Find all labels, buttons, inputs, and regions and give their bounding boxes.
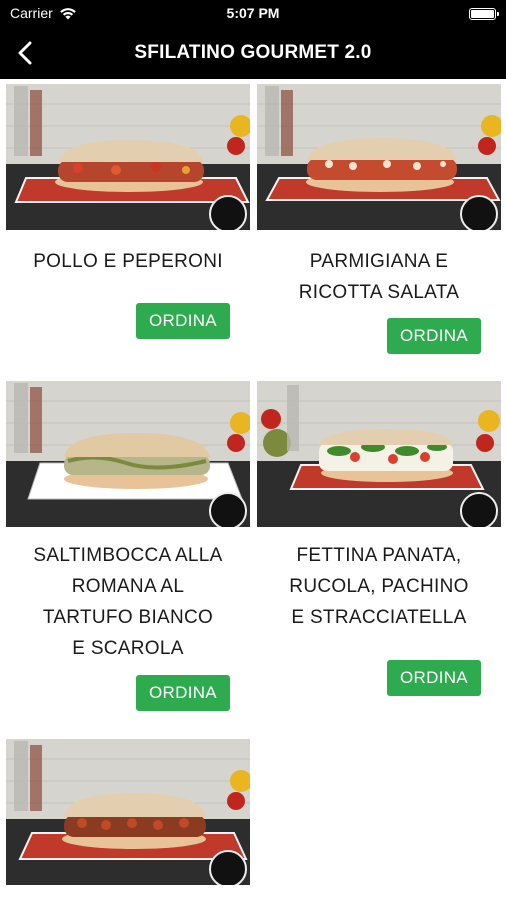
product-name: FETTINA PANATA, RUCOLA, PACHINO E STRACC… <box>289 545 469 628</box>
order-button[interactable]: ORDINA <box>387 660 481 696</box>
product-photo[interactable] <box>6 739 250 885</box>
product-name: POLLO E PEPERONI <box>33 251 223 272</box>
product-photo[interactable] <box>257 84 501 230</box>
top-bar: Carrier 5:07 PM SFILATINO GOURMET 2.0 <box>0 0 506 79</box>
page-title: SFILATINO GOURMET 2.0 <box>134 42 372 63</box>
status-time: 5:07 PM <box>226 5 280 21</box>
product-photo[interactable] <box>6 381 250 527</box>
product-photo[interactable] <box>257 381 501 527</box>
navigation-bar: SFILATINO GOURMET 2.0 <box>0 28 506 79</box>
product-name: SALTIMBOCCA ALLA ROMANA AL TARTUFO BIANC… <box>33 545 223 659</box>
battery-icon <box>469 8 499 20</box>
product-name: PARMIGIANA E RICOTTA SALATA <box>298 251 460 303</box>
product-photo[interactable] <box>6 84 250 230</box>
status-bar: Carrier 5:07 PM <box>0 0 506 28</box>
order-button[interactable]: ORDINA <box>136 303 230 339</box>
order-button[interactable]: ORDINA <box>136 675 230 711</box>
order-button[interactable]: ORDINA <box>387 318 481 354</box>
